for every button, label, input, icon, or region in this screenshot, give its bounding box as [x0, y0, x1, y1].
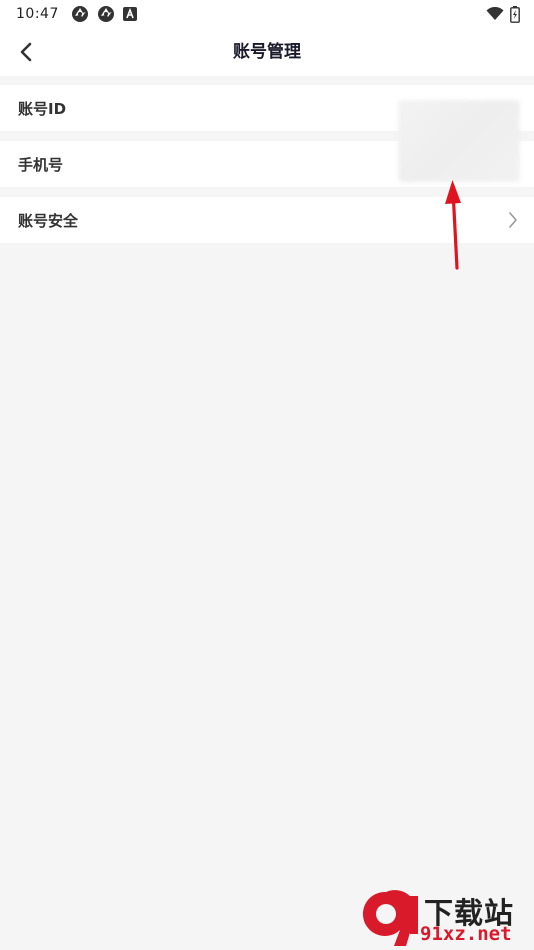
status-bar: 10:47 [0, 0, 534, 28]
wifi-icon [486, 7, 504, 20]
aperture-icon [97, 6, 114, 22]
back-button[interactable] [10, 36, 42, 68]
redacted-values [398, 100, 520, 182]
phone-label: 手机号 [18, 155, 64, 174]
watermark-logo-icon [362, 890, 418, 946]
watermark-en: 91xz.net [420, 923, 512, 945]
watermark: 下载站 91xz.net [360, 890, 530, 948]
aperture-icon [71, 6, 88, 22]
app-a-icon [122, 7, 137, 21]
battery-charging-icon [510, 5, 520, 23]
chevron-left-icon [20, 42, 32, 62]
page-title: 账号管理 [233, 42, 301, 62]
nav-bar: 账号管理 [0, 28, 534, 76]
chevron-right-icon [509, 212, 517, 228]
status-icons-right [486, 5, 520, 23]
status-icons-left [71, 5, 137, 23]
account-security-label: 账号安全 [18, 211, 79, 230]
annotation-arrow-icon [445, 180, 461, 270]
status-time: 10:47 [16, 6, 59, 22]
account-id-label: 账号ID [18, 99, 67, 118]
